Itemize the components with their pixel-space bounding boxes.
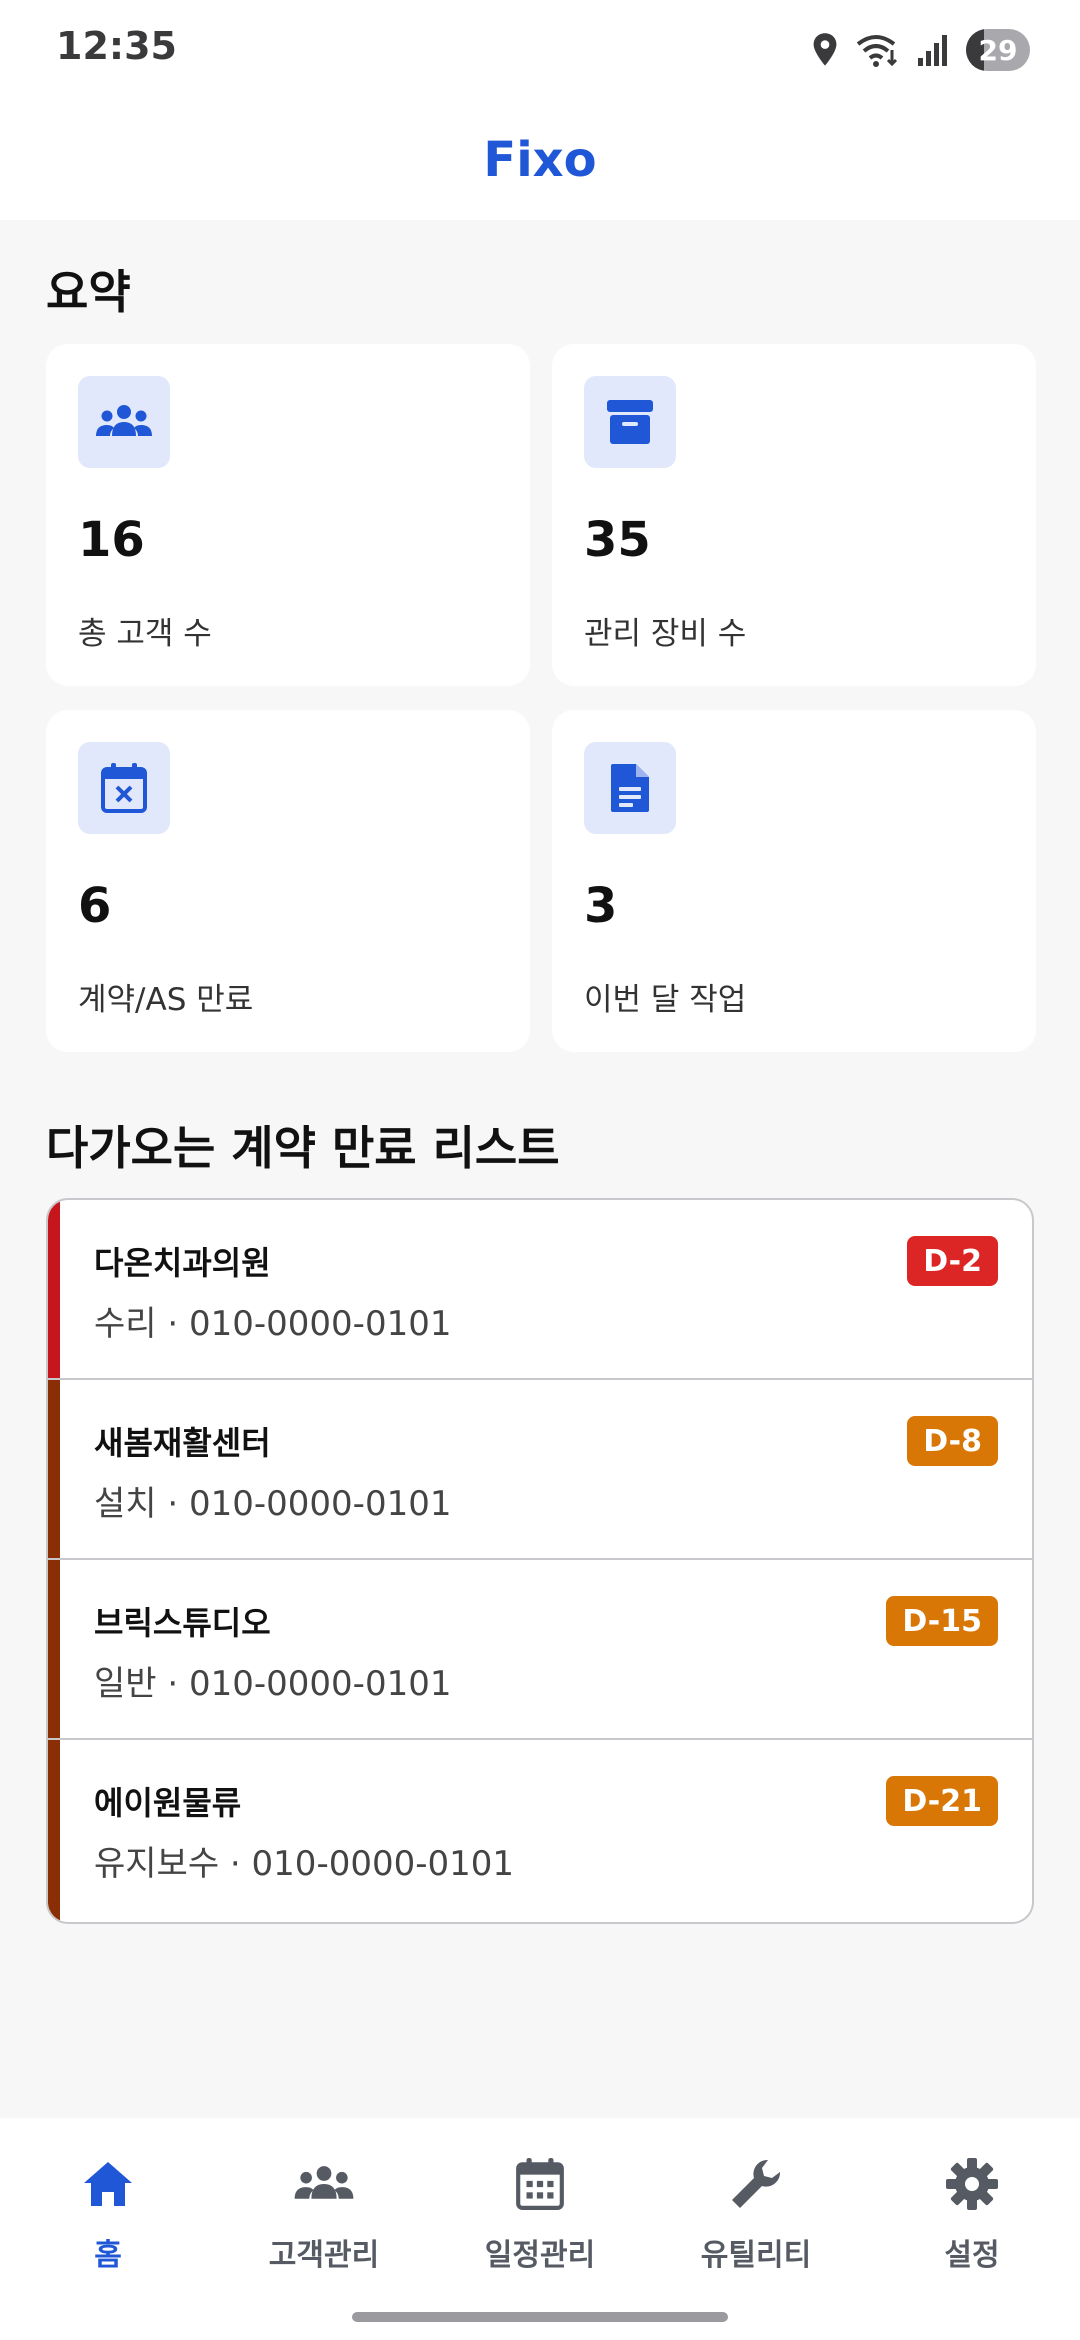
days-left-badge: D-21	[886, 1776, 998, 1826]
status-time: 12:35	[56, 24, 177, 68]
card-value: 6	[78, 878, 112, 934]
card-value: 3	[584, 878, 618, 934]
people-icon	[96, 405, 152, 436]
location-icon	[813, 33, 837, 66]
document-icon	[611, 764, 649, 812]
contracts-title: 다가오는 계약 만료 리스트	[46, 1121, 560, 1175]
row-accent	[48, 1560, 60, 1738]
card-icon-box	[78, 742, 170, 834]
contract-name: 에이원물류	[94, 1784, 242, 1822]
nav-item-utility[interactable]: 유틸리티	[648, 2148, 864, 2288]
row-accent	[48, 1380, 60, 1558]
summary-card-monthly-jobs[interactable]: 3 이번 달 작업	[552, 710, 1036, 1052]
calendar-cancel-icon	[101, 763, 147, 813]
card-label: 계약/AS 만료	[78, 982, 254, 1018]
contract-row[interactable]: 에이원물류 유지보수 · 010-0000-0101 D-21	[48, 1740, 1032, 1920]
home-icon	[84, 2162, 132, 2206]
nav-label: 유틸리티	[700, 2238, 812, 2273]
contract-name: 다온치과의원	[94, 1244, 271, 1282]
card-value: 16	[78, 512, 145, 568]
days-left-badge: D-15	[886, 1596, 998, 1646]
contract-row[interactable]: 브릭스튜디오 일반 · 010-0000-0101 D-15	[48, 1560, 1032, 1740]
archive-box-icon	[607, 400, 653, 444]
card-label: 관리 장비 수	[584, 616, 747, 652]
summary-card-equipment[interactable]: 35 관리 장비 수	[552, 344, 1036, 686]
contract-list: 다온치과의원 수리 · 010-0000-0101 D-2 새봄재활센터 설치 …	[46, 1198, 1034, 1924]
app-header: Fixo	[0, 100, 1080, 220]
nav-item-home[interactable]: 홈	[0, 2148, 216, 2288]
nav-item-schedule[interactable]: 일정관리	[432, 2148, 648, 2288]
status-bar: 12:35 29	[0, 0, 1080, 100]
card-value: 35	[584, 512, 651, 568]
status-icons: 29	[810, 26, 1030, 74]
days-left-badge: D-8	[907, 1416, 998, 1466]
people-icon	[294, 2166, 354, 2199]
card-icon-box	[584, 742, 676, 834]
contract-detail: 수리 · 010-0000-0101	[94, 1304, 452, 1344]
card-icon-box	[78, 376, 170, 468]
summary-card-expiring[interactable]: 6 계약/AS 만료	[46, 710, 530, 1052]
contract-detail: 유지보수 · 010-0000-0101	[94, 1844, 515, 1884]
bottom-nav: 홈 고객관리 일정관리 유틸리티 설정	[0, 2118, 1080, 2340]
nav-item-customers[interactable]: 고객관리	[216, 2148, 432, 2288]
calendar-icon	[516, 2158, 564, 2210]
row-accent	[48, 1740, 60, 1920]
contract-name: 새봄재활센터	[94, 1424, 271, 1462]
contract-row[interactable]: 새봄재활센터 설치 · 010-0000-0101 D-8	[48, 1380, 1032, 1560]
wrench-icon	[732, 2159, 781, 2208]
wifi-icon	[856, 35, 898, 67]
contract-name: 브릭스튜디오	[94, 1604, 271, 1642]
gear-icon	[946, 2158, 998, 2210]
battery-indicator: 29	[966, 29, 1030, 71]
nav-item-settings[interactable]: 설정	[864, 2148, 1080, 2288]
nav-label: 홈	[94, 2238, 122, 2273]
nav-label: 설정	[944, 2238, 1000, 2273]
app-title: Fixo	[483, 132, 597, 188]
summary-title: 요약	[46, 265, 131, 319]
home-indicator	[352, 2312, 728, 2322]
nav-label: 일정관리	[484, 2238, 596, 2273]
contract-detail: 일반 · 010-0000-0101	[94, 1664, 452, 1704]
signal-icon	[918, 35, 947, 66]
days-left-badge: D-2	[907, 1236, 998, 1286]
contract-row[interactable]: 다온치과의원 수리 · 010-0000-0101 D-2	[48, 1200, 1032, 1380]
nav-label: 고객관리	[268, 2238, 380, 2273]
summary-card-customers[interactable]: 16 총 고객 수	[46, 344, 530, 686]
battery-level: 29	[978, 33, 1018, 67]
card-label: 이번 달 작업	[584, 982, 747, 1018]
card-icon-box	[584, 376, 676, 468]
contract-detail: 설치 · 010-0000-0101	[94, 1484, 452, 1524]
row-accent	[48, 1200, 60, 1378]
card-label: 총 고객 수	[78, 616, 212, 652]
